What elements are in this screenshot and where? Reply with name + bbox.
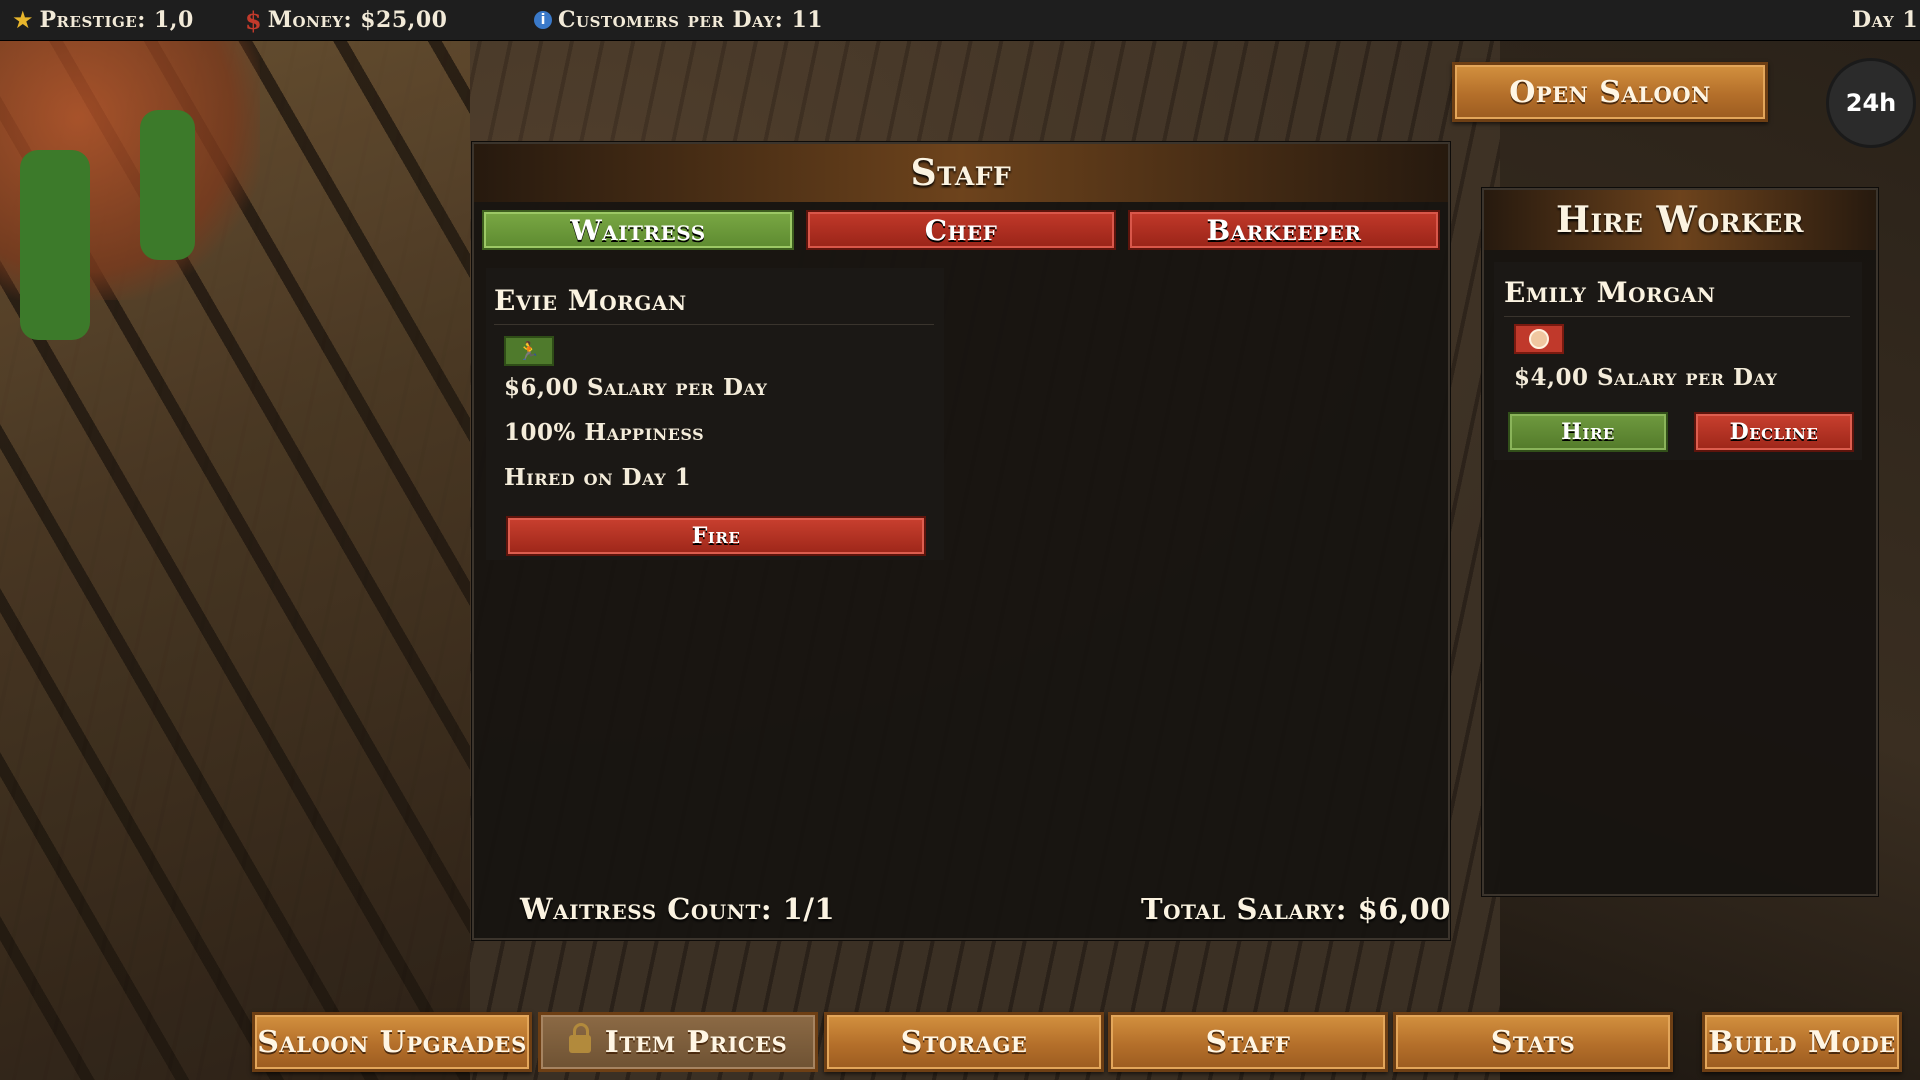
open-saloon-label: Open Saloon xyxy=(1509,74,1711,110)
day-label: Day 1 xyxy=(1852,7,1919,33)
decline-button[interactable]: Decline xyxy=(1694,412,1854,452)
tab-chef[interactable]: Chef xyxy=(806,210,1116,250)
cactus-decoration xyxy=(140,110,195,260)
tab-waitress[interactable]: Waitress xyxy=(482,210,794,250)
money-stat: $ Money: $25,00 xyxy=(245,6,447,35)
tab-label: Waitress xyxy=(570,213,706,247)
waitress-count: Waitress Count: 1/1 xyxy=(520,892,836,926)
open-saloon-button[interactable]: Open Saloon xyxy=(1452,62,1768,122)
tab-barkeeper[interactable]: Barkeeper xyxy=(1128,210,1440,250)
storage-label: Storage xyxy=(900,1024,1028,1060)
candidate-salary: $4,00 Salary per Day xyxy=(1514,364,1778,391)
worker-salary: $6,00 Salary per Day xyxy=(504,374,768,401)
dollar-icon: $ xyxy=(245,5,262,35)
divider xyxy=(494,324,934,325)
top-status-bar: ★ Prestige: 1,0 $ Money: $25,00 i Custom… xyxy=(0,0,1920,41)
prestige-stat: ★ Prestige: 1,0 xyxy=(12,6,194,34)
hire-label: Hire xyxy=(1561,419,1615,445)
staff-panel-title: Staff xyxy=(910,152,1012,194)
candidate-name: Emily Morgan xyxy=(1504,276,1716,309)
staff-label: Staff xyxy=(1205,1024,1291,1060)
item-prices-label: Item Prices xyxy=(604,1024,788,1060)
star-icon: ★ xyxy=(12,6,34,34)
staff-button[interactable]: Staff xyxy=(1108,1012,1388,1072)
prestige-label: Prestige: 1,0 xyxy=(39,7,194,33)
lock-icon xyxy=(568,1023,591,1053)
storage-button[interactable]: Storage xyxy=(824,1012,1104,1072)
cactus-decoration xyxy=(20,150,90,340)
stats-button[interactable]: Stats xyxy=(1393,1012,1673,1072)
fire-label: Fire xyxy=(691,523,741,549)
divider xyxy=(1504,316,1850,317)
hire-panel-header: Hire Worker xyxy=(1484,190,1876,250)
hire-button[interactable]: Hire xyxy=(1508,412,1668,452)
item-prices-button[interactable]: Item Prices xyxy=(538,1012,818,1072)
build-mode-label: Build Mode xyxy=(1708,1024,1896,1060)
saloon-upgrades-button[interactable]: Saloon Upgrades xyxy=(252,1012,532,1072)
worker-happiness: 100% Happiness xyxy=(504,419,705,446)
money-label: Money: $25,00 xyxy=(267,7,448,33)
fire-button[interactable]: Fire xyxy=(506,516,926,556)
tab-label: Barkeeper xyxy=(1206,213,1362,247)
day-clock: 24h xyxy=(1826,58,1916,148)
stats-label: Stats xyxy=(1490,1024,1576,1060)
saloon-upgrades-label: Saloon Upgrades xyxy=(257,1024,527,1060)
running-waitress-icon: 🏃 xyxy=(504,336,554,366)
hire-panel-title: Hire Worker xyxy=(1555,199,1805,241)
face-icon xyxy=(1514,324,1564,354)
clock-label: 24h xyxy=(1845,89,1897,117)
customers-label: Customers per Day: 11 xyxy=(558,7,824,33)
tab-label: Chef xyxy=(924,213,998,247)
worker-name: Evie Morgan xyxy=(494,284,687,317)
customers-stat: i Customers per Day: 11 xyxy=(534,7,823,33)
total-salary: Total Salary: $6,00 xyxy=(1141,892,1451,926)
build-mode-button[interactable]: Build Mode xyxy=(1702,1012,1902,1072)
face-shape xyxy=(1529,329,1549,349)
info-icon: i xyxy=(534,11,552,29)
worker-hired-day: Hired on Day 1 xyxy=(504,464,692,491)
day-stat: Day 1 xyxy=(1852,7,1918,33)
staff-panel-header: Staff xyxy=(474,144,1448,202)
decline-label: Decline xyxy=(1729,419,1819,445)
